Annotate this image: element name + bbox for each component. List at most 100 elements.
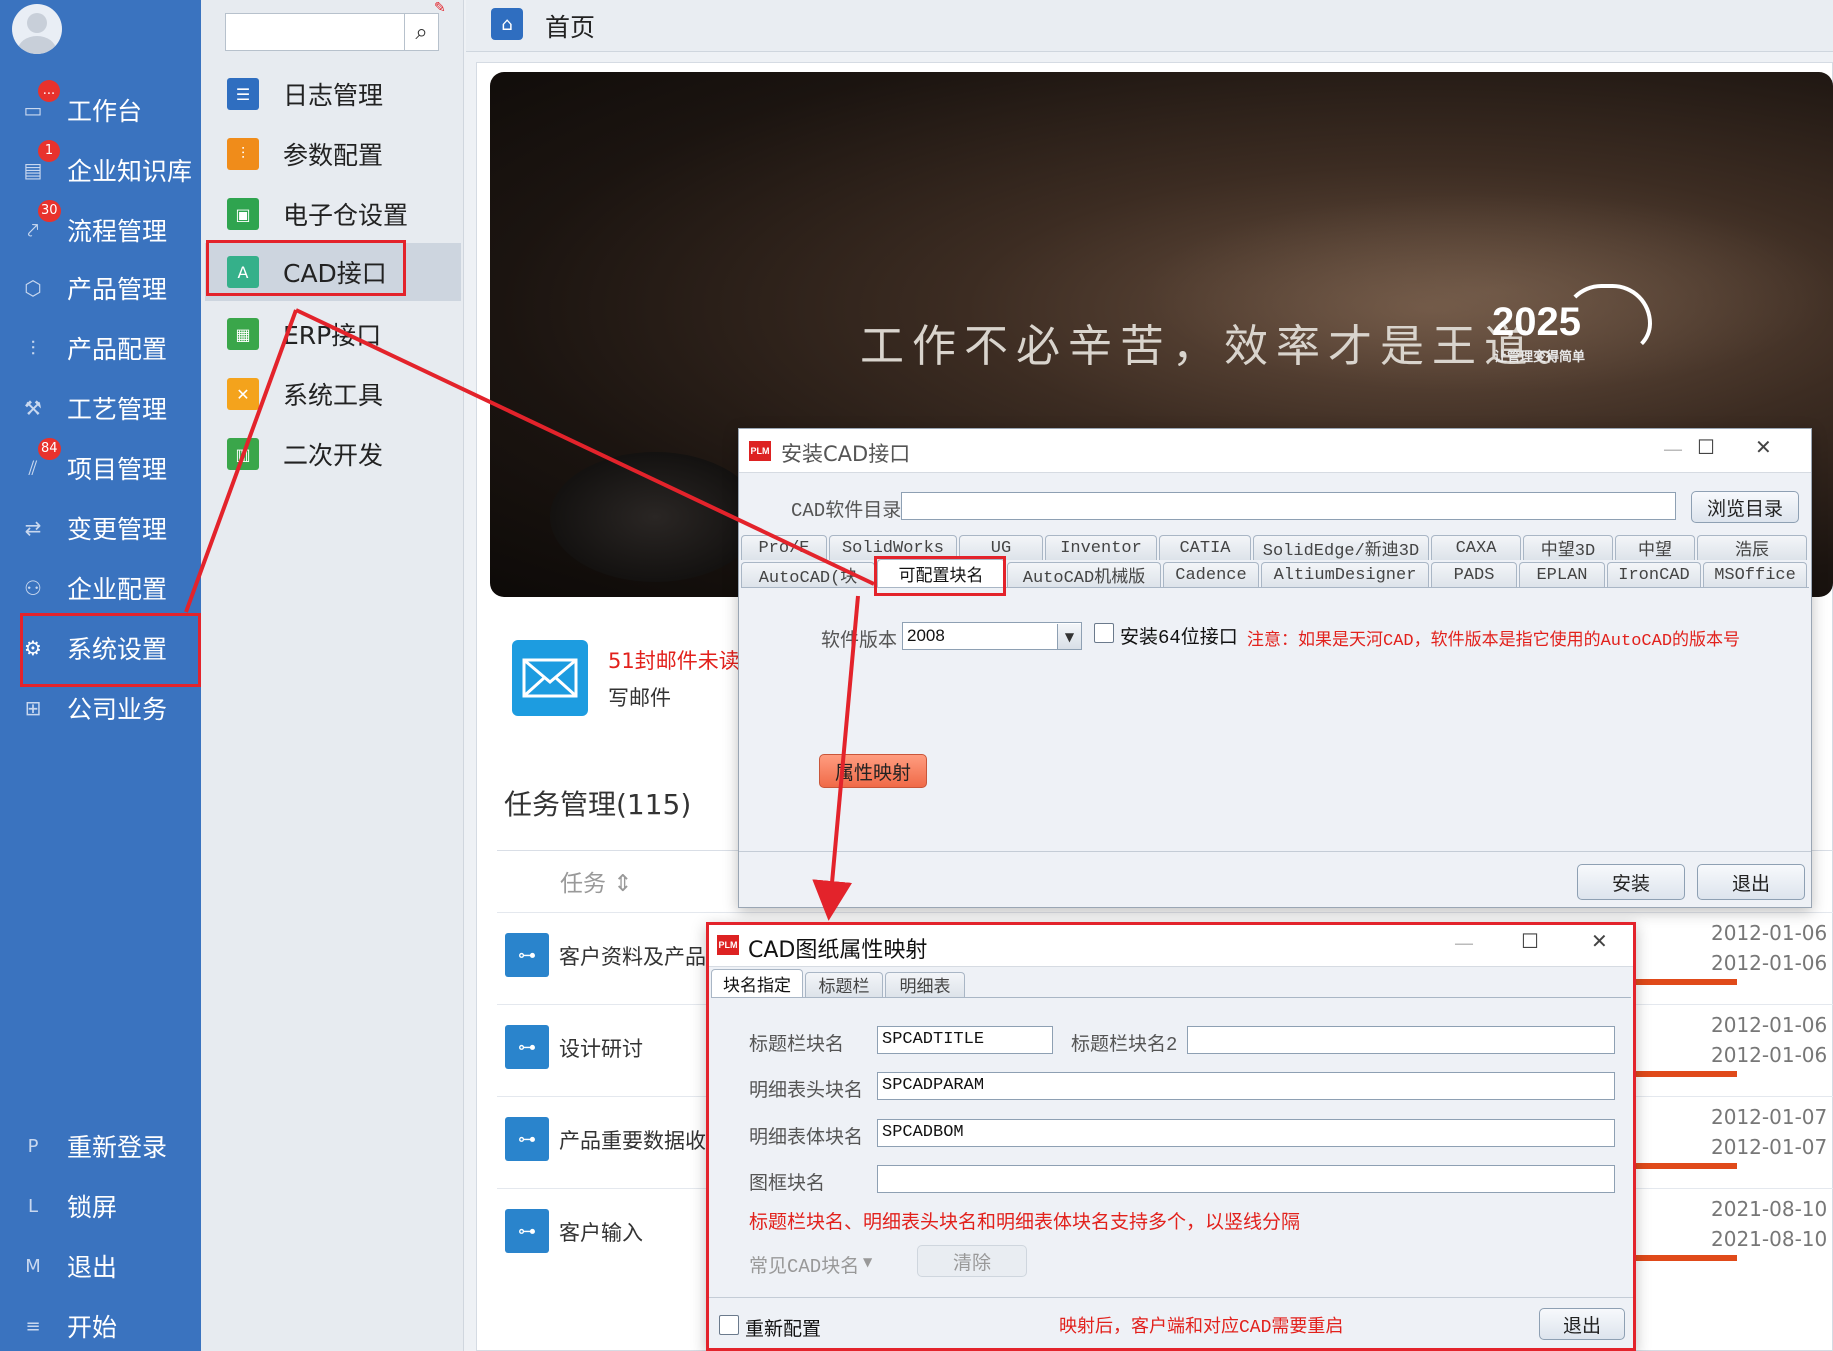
tab-caxa[interactable]: CAXA bbox=[1431, 535, 1521, 560]
grid-icon: ⊞ bbox=[24, 696, 42, 720]
tab-zwcad[interactable]: 中望 bbox=[1615, 535, 1695, 560]
mail-unread-link[interactable]: 51封邮件未读 bbox=[608, 645, 740, 675]
tab-eplan[interactable]: EPLAN bbox=[1519, 562, 1605, 587]
tab-block-names[interactable]: 块名指定 bbox=[711, 969, 803, 997]
submenu-item-label: 系统工具 bbox=[283, 381, 384, 410]
lock-item[interactable]: L 锁屏 bbox=[0, 1180, 201, 1232]
tab-altium[interactable]: AltiumDesigner bbox=[1261, 562, 1429, 587]
cube-icon: ⬡ bbox=[24, 276, 42, 300]
attribute-mapping-button[interactable]: 属性映射 bbox=[819, 754, 927, 788]
bom-head-input[interactable]: SPCADPARAM bbox=[877, 1072, 1615, 1100]
install-button[interactable]: 安装 bbox=[1577, 864, 1685, 900]
common-block-select[interactable]: 常见CAD块名 bbox=[749, 1251, 859, 1278]
title-block2-input[interactable] bbox=[1187, 1026, 1615, 1054]
task-icon: ⊶ bbox=[505, 1209, 549, 1253]
chart-icon: ⫽ bbox=[28, 456, 38, 480]
title-block-input[interactable]: SPCADTITLE bbox=[877, 1026, 1053, 1054]
lock-label: 锁屏 bbox=[67, 1193, 118, 1222]
tab-autocad-mech[interactable]: AutoCAD机械版 bbox=[1007, 562, 1161, 587]
bom-head-label: 明细表头块名 bbox=[749, 1080, 864, 1102]
tab-inventor[interactable]: Inventor bbox=[1045, 535, 1157, 560]
tab-bom[interactable]: 明细表 bbox=[885, 972, 965, 997]
close-icon[interactable]: ✕ bbox=[1591, 929, 1608, 953]
sidebar-item-workbench[interactable]: ▭... 工作台 bbox=[0, 80, 201, 136]
submenu-item-storage[interactable]: ▣ 电子仓设置 bbox=[205, 185, 461, 243]
version-select[interactable]: 2008 bbox=[902, 622, 1082, 650]
reconfig-label: 重新配置 bbox=[745, 1319, 822, 1341]
tab-catia[interactable]: CATIA bbox=[1159, 535, 1251, 560]
sidebar-item-label: 变更管理 bbox=[67, 515, 168, 544]
sidebar-item-knowledge[interactable]: ▤ 1 企业知识库 bbox=[0, 140, 201, 196]
tab-msoffice[interactable]: MSOffice bbox=[1703, 562, 1807, 587]
sidebar-item-product-config[interactable]: ⫶ 产品配置 bbox=[0, 322, 201, 374]
tab-ironcad[interactable]: IronCAD bbox=[1607, 562, 1701, 587]
close-icon[interactable]: ✕ bbox=[1755, 435, 1772, 459]
restart-note: 映射后，客户端和对应CAD需要重启 bbox=[1059, 1318, 1344, 1338]
tab-title-block[interactable]: 标题栏 bbox=[805, 972, 883, 997]
sidebar-item-label: 项目管理 bbox=[67, 455, 168, 484]
plm-logo-icon: PLM bbox=[717, 935, 739, 955]
sidebar-item-label: 公司业务 bbox=[67, 695, 168, 724]
clear-button[interactable]: 清除 bbox=[917, 1245, 1027, 1277]
frame-block-input[interactable] bbox=[877, 1165, 1615, 1193]
exit-button[interactable]: 退出 bbox=[1539, 1308, 1625, 1340]
task-icon: ⊶ bbox=[505, 1025, 549, 1069]
tab-zw3d[interactable]: 中望3D bbox=[1523, 535, 1613, 560]
submenu-item-log[interactable]: ☰ 日志管理 bbox=[205, 65, 461, 123]
sidebar-item-workflow[interactable]: ⤤ 30 流程管理 bbox=[0, 200, 201, 256]
sidebar-item-label: 企业配置 bbox=[67, 575, 168, 604]
tab-cadence[interactable]: Cadence bbox=[1163, 562, 1259, 587]
submenu-item-params[interactable]: ⫶ 参数配置 bbox=[205, 125, 461, 183]
tab-pads[interactable]: PADS bbox=[1431, 562, 1517, 587]
maximize-icon[interactable]: ☐ bbox=[1521, 929, 1539, 953]
sidebar-item-project[interactable]: ⫽ 84 项目管理 bbox=[0, 438, 201, 494]
cad-attribute-mapping-dialog: PLM CAD图纸属性映射 — ☐ ✕ 块名指定 标题栏 明细表 标题栏块名 S… bbox=[706, 922, 1636, 1351]
avatar[interactable] bbox=[12, 4, 62, 54]
chevron-down-icon[interactable]: ▼ bbox=[863, 1255, 872, 1269]
chevron-down-icon[interactable]: ▼ bbox=[1057, 624, 1081, 649]
submenu-item-tools[interactable]: ✕ 系统工具 bbox=[205, 365, 461, 423]
relogin-item[interactable]: P 重新登录 bbox=[0, 1120, 201, 1172]
cad-dir-input[interactable] bbox=[901, 492, 1676, 520]
tab-proe[interactable]: Pro/E bbox=[741, 535, 827, 560]
sidebar-item-enterprise[interactable]: ⚇ 企业配置 bbox=[0, 562, 201, 614]
pin-icon[interactable]: ✎ bbox=[434, 0, 446, 16]
status-badge: 30 bbox=[38, 200, 61, 222]
exit-button[interactable]: 退出 bbox=[1697, 864, 1805, 900]
browse-button[interactable]: 浏览目录 bbox=[1691, 491, 1799, 523]
dialog-title: 安装CAD接口 bbox=[781, 442, 911, 466]
sidebar-item-product[interactable]: ⬡ 产品管理 bbox=[0, 262, 201, 314]
highlight-cad-interface bbox=[206, 240, 406, 296]
x64-checkbox[interactable] bbox=[1094, 623, 1114, 643]
brand-logo: 2025 让管理变得简单 bbox=[1492, 284, 1652, 364]
plm-logo-icon: PLM bbox=[749, 441, 771, 461]
sidebar-item-label: 流程管理 bbox=[67, 217, 168, 246]
minimize-icon[interactable]: — bbox=[1663, 437, 1683, 461]
sidebar-item-label: 产品配置 bbox=[67, 335, 168, 364]
divider bbox=[739, 851, 1811, 852]
maximize-icon[interactable]: ☐ bbox=[1697, 435, 1715, 459]
tab-solidedge[interactable]: SolidEdge/新迪3D bbox=[1253, 535, 1429, 560]
minimize-icon[interactable]: — bbox=[1454, 931, 1474, 955]
compose-mail-link[interactable]: 写邮件 bbox=[608, 682, 671, 712]
mail-icon[interactable] bbox=[512, 640, 588, 716]
home-icon[interactable]: ⌂ bbox=[491, 8, 523, 40]
tab-autocad-block[interactable]: AutoCAD(块 bbox=[741, 562, 875, 587]
highlight-configurable-tab bbox=[874, 556, 1006, 596]
highlight-system-settings bbox=[20, 613, 201, 687]
sidebar-item-process[interactable]: ⚒ 工艺管理 bbox=[0, 382, 201, 434]
bom-body-input[interactable]: SPCADBOM bbox=[877, 1119, 1615, 1147]
sidebar-item-business[interactable]: ⊞ 公司业务 bbox=[0, 682, 201, 734]
submenu-item-label: 参数配置 bbox=[283, 141, 384, 170]
sidebar-item-change[interactable]: ⇄ 变更管理 bbox=[0, 502, 201, 554]
submenu-item-dev[interactable]: ▥ 二次开发 bbox=[205, 425, 461, 483]
tab-gstarcad[interactable]: 浩辰 bbox=[1697, 535, 1807, 560]
search-icon[interactable]: ⌕ bbox=[404, 14, 438, 50]
logout-item[interactable]: M 退出 bbox=[0, 1240, 201, 1292]
submenu-item-erp[interactable]: ▦ ERP接口 bbox=[205, 305, 461, 363]
task-column-header[interactable]: 任务 ⇕ bbox=[560, 864, 633, 898]
reconfig-checkbox[interactable] bbox=[719, 1315, 739, 1335]
divider bbox=[709, 1297, 1633, 1298]
version-label: 软件版本 bbox=[821, 630, 898, 652]
start-item[interactable]: ≡ 开始 bbox=[0, 1300, 201, 1351]
